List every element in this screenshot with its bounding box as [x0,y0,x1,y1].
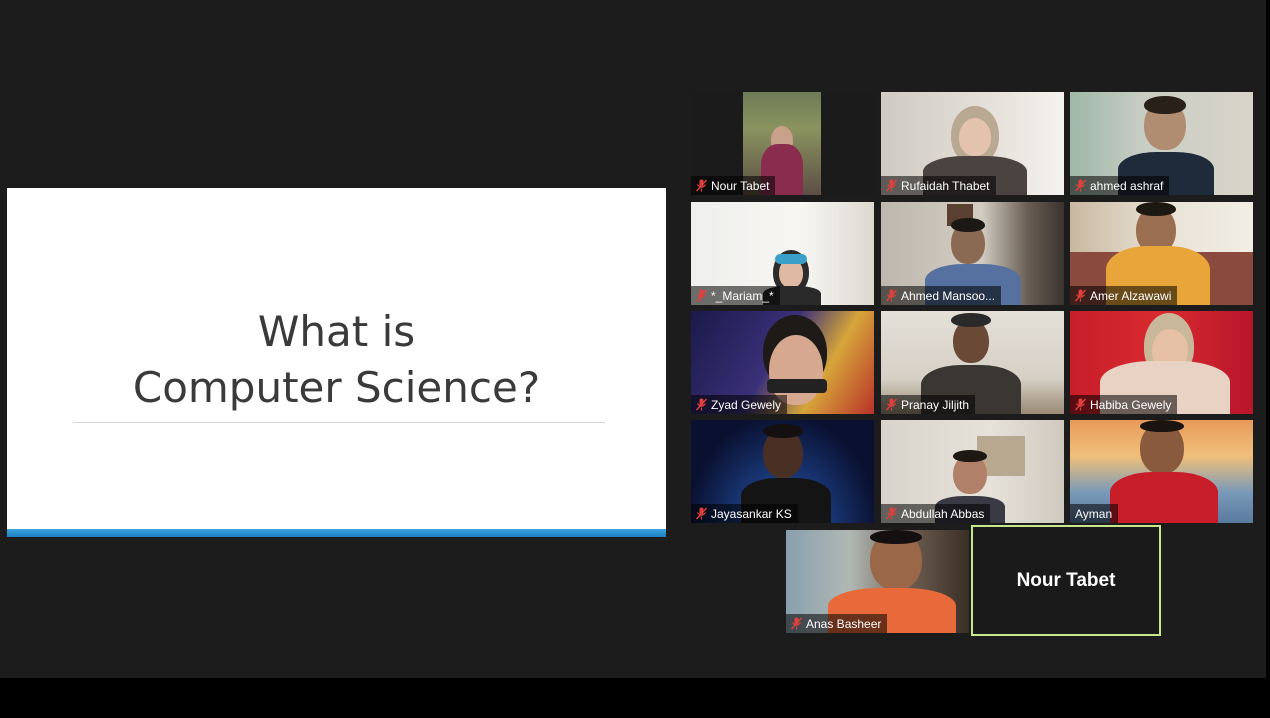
bottom-bar [0,678,1270,718]
participant-name-label: Jayasankar KS [691,504,798,523]
mic-off-icon [696,398,707,411]
participant-name: Ayman [1075,506,1113,521]
participant-tile[interactable]: *_Mariam_* [691,202,874,305]
participant-name-label: *_Mariam_* [691,286,780,305]
mic-off-icon [886,398,897,411]
participant-name: ahmed ashraf [1090,178,1164,193]
participant-name: Jayasankar KS [711,506,792,521]
meeting-window: What is Computer Science? Nour Tabet Ruf… [0,0,1266,678]
participant-name: Rufaidah Thabet [901,178,990,193]
slide-divider [73,422,605,423]
participant-tile[interactable]: ahmed ashraf [1070,92,1253,195]
participant-tile[interactable]: Zyad Gewely [691,311,874,414]
participant-tile[interactable]: Pranay Jiljith [881,311,1064,414]
participant-tile[interactable]: Habiba Gewely [1070,311,1253,414]
participant-tile[interactable]: Nour Tabet [691,92,874,195]
mic-off-icon [1075,289,1086,302]
participant-name-label: Amer Alzawawi [1070,286,1178,305]
participant-name-label: Ayman [1070,504,1119,523]
mic-off-icon [886,289,897,302]
participant-tile[interactable]: Jayasankar KS [691,420,874,523]
participant-tile[interactable]: Anas Basheer [786,530,969,633]
participant-tile[interactable]: Rufaidah Thabet [881,92,1064,195]
mic-off-icon [1075,398,1086,411]
participant-name: Amer Alzawawi [1090,288,1172,303]
slide-accent-bar [7,529,666,537]
participant-name: Nour Tabet [711,178,770,193]
participant-name: Ahmed Mansoo... [901,288,996,303]
participant-name: Zyad Gewely [711,397,782,412]
participant-name-label: Nour Tabet [691,176,776,195]
mic-off-icon [791,617,802,630]
participant-name: Abdullah Abbas [901,506,985,521]
participant-tile[interactable]: Ahmed Mansoo... [881,202,1064,305]
participant-name-label: Pranay Jiljith [881,395,976,414]
participant-name-label: Habiba Gewely [1070,395,1178,414]
participant-name-label: Rufaidah Thabet [881,176,996,195]
mic-off-icon [886,507,897,520]
participant-name-label: ahmed ashraf [1070,176,1170,195]
active-speaker-tile[interactable]: Nour Tabet [971,525,1161,636]
participant-name-label: Ahmed Mansoo... [881,286,1002,305]
participant-name-label: Zyad Gewely [691,395,788,414]
mic-off-icon [696,179,707,192]
participant-name-label: Anas Basheer [786,614,888,633]
mic-off-icon [696,289,707,302]
mic-off-icon [1075,179,1086,192]
participant-tile[interactable]: Ayman [1070,420,1253,523]
active-speaker-name: Nour Tabet [1016,569,1116,591]
participant-name: *_Mariam_* [711,288,774,303]
slide-title: What is Computer Science? [132,307,541,412]
mic-off-icon [886,179,897,192]
shared-slide[interactable]: What is Computer Science? [7,188,666,537]
mic-off-icon [696,507,707,520]
participant-name: Anas Basheer [806,616,882,631]
participant-tile[interactable]: Abdullah Abbas [881,420,1064,523]
participant-name-label: Abdullah Abbas [881,504,991,523]
window-edge [1266,0,1270,678]
participant-tile[interactable]: Amer Alzawawi [1070,202,1253,305]
participant-name: Habiba Gewely [1090,397,1172,412]
participant-name: Pranay Jiljith [901,397,970,412]
